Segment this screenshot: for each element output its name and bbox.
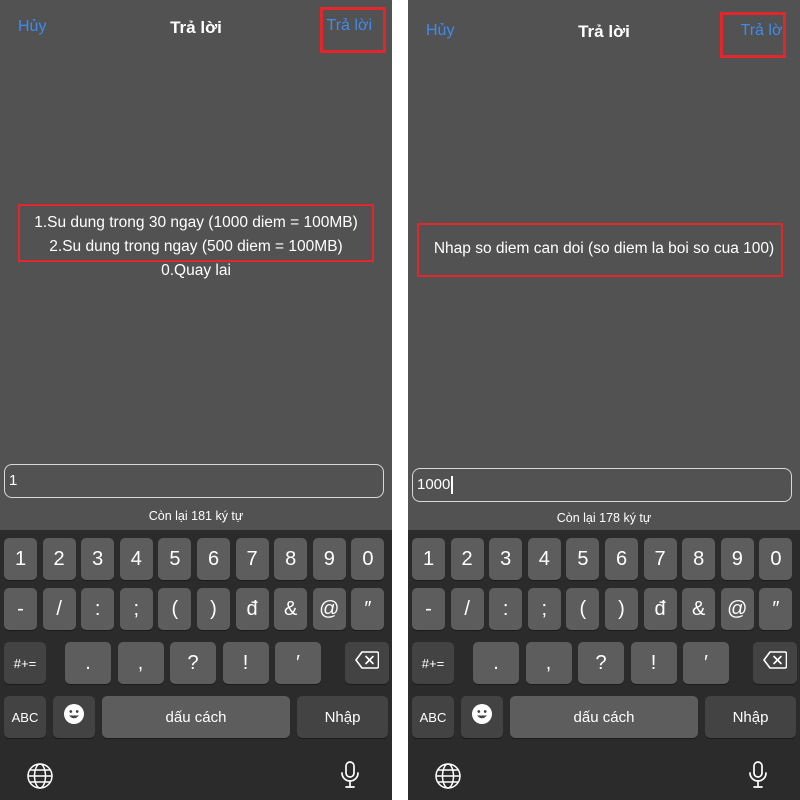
- key-symbol[interactable]: đ: [643, 588, 677, 630]
- backspace-icon: [355, 651, 380, 675]
- key-2[interactable]: 2: [42, 538, 76, 580]
- abc-key[interactable]: ABC: [412, 696, 454, 738]
- key-0[interactable]: 0: [759, 538, 793, 580]
- reply-input-value: 1: [9, 472, 18, 489]
- key-punctuation[interactable]: ,: [525, 642, 572, 684]
- key-2[interactable]: 2: [450, 538, 484, 580]
- key-3[interactable]: 3: [81, 538, 115, 580]
- backspace-key[interactable]: [345, 642, 389, 684]
- key-3[interactable]: 3: [489, 538, 523, 580]
- char-counter: Còn lại 181 ký tự: [148, 509, 244, 523]
- right-screen: Hủy Trả lời Trả lời Nhap so diem can doi…: [408, 0, 800, 800]
- key-5[interactable]: 5: [566, 538, 600, 580]
- key-symbol[interactable]: (: [566, 588, 600, 630]
- emoji-key[interactable]: [461, 696, 503, 738]
- key-0[interactable]: 0: [351, 538, 385, 580]
- globe-icon[interactable]: [428, 758, 468, 794]
- space-key[interactable]: dấu cách: [102, 696, 290, 738]
- key-9[interactable]: 9: [720, 538, 754, 580]
- message-highlight: [417, 223, 783, 277]
- key-7[interactable]: 7: [235, 538, 269, 580]
- message-highlight: [18, 204, 374, 262]
- key-symbol[interactable]: ): [605, 588, 638, 630]
- reply-input-value: 1000: [417, 476, 451, 493]
- key-punctuation[interactable]: !: [222, 642, 269, 684]
- emoji-icon: [63, 703, 85, 731]
- text-cursor: [451, 476, 453, 495]
- message-line-3: 0.Quay lai: [161, 262, 231, 279]
- microphone-icon[interactable]: [333, 756, 367, 794]
- backspace-icon: [763, 651, 788, 675]
- key-symbol[interactable]: ;: [119, 588, 153, 630]
- reply-input[interactable]: 1: [4, 464, 384, 498]
- key-punctuation[interactable]: ′: [275, 642, 321, 684]
- left-screen: Hủy Trả lời Trả lời 1.Su dung trong 30 n…: [0, 0, 392, 800]
- key-punctuation[interactable]: ?: [170, 642, 216, 684]
- key-4[interactable]: 4: [527, 538, 561, 580]
- key-symbol[interactable]: -: [4, 588, 37, 630]
- key-symbol[interactable]: -: [412, 588, 445, 630]
- key-punctuation[interactable]: .: [65, 642, 111, 684]
- key-symbol[interactable]: &: [682, 588, 716, 630]
- char-counter: Còn lại 178 ký tự: [556, 511, 652, 525]
- globe-icon[interactable]: [20, 758, 60, 794]
- key-symbol[interactable]: @: [312, 588, 346, 630]
- emoji-icon: [471, 703, 493, 731]
- key-symbol[interactable]: /: [42, 588, 76, 630]
- key-symbol[interactable]: ): [197, 588, 230, 630]
- key-symbol[interactable]: &: [274, 588, 308, 630]
- key-symbol[interactable]: ″: [351, 588, 385, 630]
- key-symbol[interactable]: ;: [527, 588, 561, 630]
- key-1[interactable]: 1: [412, 538, 445, 580]
- key-symbol[interactable]: ″: [759, 588, 793, 630]
- key-punctuation[interactable]: !: [630, 642, 677, 684]
- symbols-toggle-key[interactable]: #+=: [412, 642, 454, 684]
- key-symbol[interactable]: đ: [235, 588, 269, 630]
- key-6[interactable]: 6: [197, 538, 230, 580]
- reply-highlight: [720, 12, 786, 58]
- key-punctuation[interactable]: ,: [117, 642, 164, 684]
- key-1[interactable]: 1: [4, 538, 37, 580]
- key-6[interactable]: 6: [605, 538, 638, 580]
- key-punctuation[interactable]: .: [473, 642, 519, 684]
- key-4[interactable]: 4: [119, 538, 153, 580]
- key-symbol[interactable]: @: [720, 588, 754, 630]
- microphone-icon[interactable]: [741, 756, 775, 794]
- reply-highlight: [320, 7, 386, 53]
- key-7[interactable]: 7: [643, 538, 677, 580]
- return-key[interactable]: Nhập: [297, 696, 388, 738]
- keyboard: 1 2 3 4 5 6 7 8 9 0 - /:;() đ & @ ″ #+=.,?! ′ ABC dấu cách N…: [0, 530, 392, 800]
- space-key[interactable]: dấu cách: [510, 696, 698, 738]
- symbols-toggle-key[interactable]: #+=: [4, 642, 46, 684]
- keyboard: 1 2 3 4 5 6 7 8 9 0 - /:;() đ & @ ″ #+=.,?! ′ ABC dấu cách N…: [408, 530, 800, 800]
- key-8[interactable]: 8: [274, 538, 308, 580]
- key-symbol[interactable]: (: [158, 588, 192, 630]
- key-9[interactable]: 9: [312, 538, 346, 580]
- key-symbol[interactable]: /: [450, 588, 484, 630]
- key-punctuation[interactable]: ′: [683, 642, 729, 684]
- abc-key[interactable]: ABC: [4, 696, 46, 738]
- reply-input[interactable]: 1000: [412, 468, 792, 502]
- key-5[interactable]: 5: [158, 538, 192, 580]
- key-symbol[interactable]: :: [489, 588, 523, 630]
- return-key[interactable]: Nhập: [705, 696, 796, 738]
- emoji-key[interactable]: [53, 696, 95, 738]
- backspace-key[interactable]: [753, 642, 797, 684]
- key-punctuation[interactable]: ?: [578, 642, 624, 684]
- key-8[interactable]: 8: [682, 538, 716, 580]
- key-symbol[interactable]: :: [81, 588, 115, 630]
